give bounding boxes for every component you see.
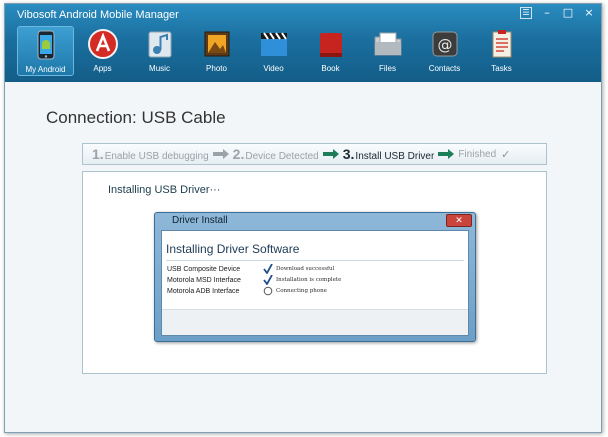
- device-status: Connecting phone: [276, 288, 327, 294]
- dialog-footer: [162, 309, 468, 335]
- apps-icon: [87, 29, 118, 59]
- installing-label: Installing USB Driver···: [108, 184, 221, 196]
- photo-icon: [204, 31, 229, 57]
- nav-label: Music: [149, 64, 170, 73]
- step-number: 3.: [342, 146, 355, 162]
- app-window: Vibosoft Android Mobile Manager ☰ – □ × …: [4, 3, 602, 433]
- device-name: USB Composite Device: [167, 265, 241, 273]
- android-phone-icon: [37, 30, 54, 60]
- minimize-button[interactable]: –: [541, 7, 553, 19]
- nav-item-contacts[interactable]: @ Contacts: [416, 26, 473, 76]
- arrow-right-icon: [322, 149, 339, 159]
- step-finished: Finished: [458, 149, 496, 160]
- device-status: Installation is complete: [276, 277, 342, 283]
- video-icon: [260, 32, 287, 56]
- device-list: USB Composite Device Download successful…: [167, 264, 341, 297]
- nav-label: Files: [379, 64, 396, 73]
- step-device-detected: 2.Device Detected: [233, 146, 319, 162]
- tasks-icon: [492, 30, 511, 58]
- nav-label: Apps: [93, 64, 112, 73]
- driver-install-dialog: Driver Install ✕ Installing Driver Softw…: [154, 212, 476, 342]
- step-enable-usb-debugging: 1.Enable USB debugging: [92, 146, 209, 162]
- close-button[interactable]: ×: [583, 7, 595, 19]
- device-name: Motorola MSD Interface: [167, 276, 241, 284]
- checkmark-icon: [263, 275, 273, 285]
- step-number: 2.: [232, 146, 245, 162]
- dialog-title: Driver Install: [172, 215, 228, 226]
- nav-item-book[interactable]: Book: [302, 26, 359, 76]
- window-controls: ☰ – □ ×: [520, 7, 595, 19]
- nav-label: My Android: [25, 65, 66, 74]
- nav-label: Book: [321, 64, 340, 73]
- main-content: Connection: USB Cable 1.Enable USB debug…: [5, 82, 601, 432]
- music-icon: [148, 31, 171, 58]
- connection-title: Connection: USB Cable: [46, 108, 226, 127]
- contacts-icon: @: [432, 31, 457, 57]
- device-row: Motorola ADB Interface Connecting phone: [167, 286, 341, 296]
- main-nav: My Android Apps Music Photo Video Book F…: [17, 26, 530, 76]
- step-number: 1.: [92, 146, 104, 162]
- device-row: Motorola MSD Interface Installation is c…: [167, 275, 341, 285]
- app-title: Vibosoft Android Mobile Manager: [17, 9, 179, 21]
- svg-text:@: @: [437, 36, 452, 54]
- loading-icon: [263, 286, 273, 296]
- files-icon: [374, 32, 401, 56]
- dialog-body: Installing Driver Software USB Composite…: [161, 230, 469, 336]
- nav-item-apps[interactable]: Apps: [74, 26, 131, 76]
- nav-item-my-android[interactable]: My Android: [17, 26, 74, 76]
- step-label: Finished: [458, 148, 497, 160]
- nav-label: Contacts: [428, 64, 461, 73]
- nav-label: Tasks: [491, 64, 512, 73]
- nav-item-files[interactable]: Files: [359, 26, 416, 76]
- arrow-right-icon: [438, 149, 455, 159]
- nav-item-tasks[interactable]: Tasks: [473, 26, 530, 76]
- nav-label: Video: [263, 64, 284, 73]
- menu-icon[interactable]: ☰: [520, 7, 532, 19]
- maximize-button[interactable]: □: [562, 7, 574, 19]
- step-install-usb-driver: 3.Install USB Driver: [343, 146, 435, 162]
- checkmark-icon: [263, 264, 273, 274]
- nav-item-music[interactable]: Music: [131, 26, 188, 76]
- step-label: Install USB Driver: [355, 151, 435, 162]
- device-name: Motorola ADB Interface: [167, 287, 240, 295]
- arrow-right-icon: [212, 149, 229, 159]
- dialog-heading: Installing Driver Software: [166, 242, 300, 256]
- step-label: Enable USB debugging: [104, 151, 209, 162]
- title-bar: Vibosoft Android Mobile Manager ☰ – □ × …: [5, 4, 601, 82]
- divider: [166, 260, 464, 261]
- book-icon: [319, 33, 342, 57]
- step-label: Device Detected: [245, 151, 319, 162]
- device-row: USB Composite Device Download successful: [167, 264, 341, 274]
- nav-label: Photo: [206, 64, 227, 73]
- install-panel: Installing USB Driver··· Driver Install …: [82, 171, 547, 374]
- check-icon: ✓: [501, 148, 511, 161]
- nav-item-photo[interactable]: Photo: [188, 26, 245, 76]
- nav-item-video[interactable]: Video: [245, 26, 302, 76]
- dialog-close-button[interactable]: ✕: [446, 214, 472, 227]
- device-status: Download successful: [276, 266, 335, 272]
- step-progress-bar: 1.Enable USB debugging 2.Device Detected…: [82, 143, 547, 165]
